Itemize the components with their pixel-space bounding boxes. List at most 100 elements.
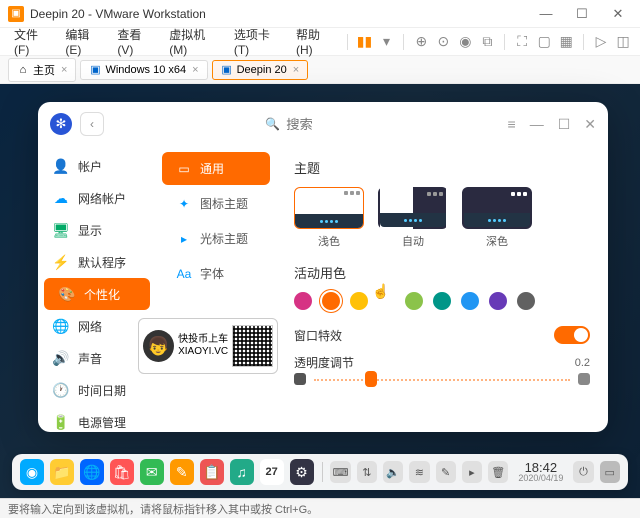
maximize-button[interactable]: ☐ [558,116,571,133]
qr-code-icon [232,325,273,367]
minimize-button[interactable]: — [530,116,544,133]
menu-button[interactable]: ≡ [508,116,516,133]
search-field[interactable]: 🔍 [112,117,500,132]
keyboard-tray-icon[interactable]: ⌨ [330,461,350,483]
theme-auto[interactable]: 自动 [378,187,448,249]
vm-tabbar: ⌂ 主页 × ▣ Windows 10 x64 × ▣ Deepin 20 × [0,56,640,84]
accent-color-blue[interactable] [461,292,479,310]
snapshot-icon[interactable]: ⊙ [434,32,452,52]
launcher-icon[interactable]: ◉ [20,459,44,485]
unity-icon[interactable]: ▢ [535,32,553,52]
window-effects-toggle[interactable] [554,326,590,344]
cloud-icon: ☁ [52,189,70,207]
menu-edit[interactable]: 编辑(E) [59,24,107,59]
thumbnail-icon[interactable]: ◫ [614,32,632,52]
store-icon[interactable]: 🛍 [110,459,134,485]
file-manager-icon[interactable]: 📁 [50,459,74,485]
menu-file[interactable]: 文件(F) [8,24,55,59]
menu-help[interactable]: 帮助(H) [290,24,339,59]
home-icon: ⌂ [17,64,29,76]
tab-close-icon[interactable]: × [293,64,299,76]
menu-vm[interactable]: 虚拟机(M) [163,24,224,59]
tab-deepin20[interactable]: ▣ Deepin 20 × [212,60,309,80]
subnav-general[interactable]: ▭通用 [162,152,270,185]
dock-date: 2020/04/19 [518,474,563,483]
sidebar-item-personalization[interactable]: 🎨个性化 [44,278,150,310]
editor-icon[interactable]: ✎ [170,459,194,485]
network-tray-icon[interactable]: ≋ [409,461,429,483]
menu-tabs[interactable]: 选项卡(T) [228,24,286,59]
accent-color-yellow[interactable] [350,292,368,310]
slider-thumb[interactable] [365,371,377,387]
accent-color-purple[interactable] [489,292,507,310]
manage-icon[interactable]: ⧉ [478,32,496,52]
clipboard-tray-icon[interactable]: ✎ [436,461,456,483]
tab-label: 主页 [33,62,55,78]
accent-color-orange[interactable] [322,292,340,310]
maximize-button[interactable]: ☐ [568,4,596,24]
mail-icon[interactable]: ✉ [140,459,164,485]
accent-color-teal[interactable] [433,292,451,310]
theme-preview [378,187,448,229]
close-button[interactable]: ✕ [604,4,632,24]
search-input[interactable] [286,117,346,132]
send-ctrlaltdel-icon[interactable]: ⊕ [412,32,430,52]
dropdown-icon[interactable]: ▾ [377,32,395,52]
cursor-hand-icon: ☝ [372,283,389,300]
personalization-icon: 🎨 [58,285,76,303]
notes-icon[interactable]: 📋 [200,459,224,485]
play-tray-icon[interactable]: ▸ [462,461,482,483]
theme-preview [294,187,364,229]
sidebar-item-datetime[interactable]: 🕐时间日期 [38,374,156,406]
tab-close-icon[interactable]: × [61,64,67,76]
browser-icon[interactable]: 🌐 [80,459,104,485]
minimize-button[interactable]: — [532,4,560,24]
window-effects-label: 窗口特效 [294,327,342,344]
theme-light[interactable]: 浅色 [294,187,364,249]
calendar-icon[interactable]: 27 [260,459,284,485]
default-apps-icon: ⚡ [52,253,70,271]
volume-tray-icon[interactable]: 🔈 [383,461,403,483]
subnav-icon-theme[interactable]: ✦图标主题 [162,187,270,220]
settings-app-icon[interactable]: ⚙ [290,459,314,485]
tab-close-icon[interactable]: × [192,64,198,76]
sidebar-item-account[interactable]: 👤帐户 [38,150,156,182]
view-icon[interactable]: ▦ [557,32,575,52]
font-icon: Aa [176,266,192,282]
close-button[interactable]: ✕ [584,116,596,133]
screenshot-icon[interactable]: ◉ [456,32,474,52]
usb-tray-icon[interactable]: ⇅ [357,461,377,483]
menu-view[interactable]: 查看(V) [111,24,159,59]
opacity-slider[interactable] [314,373,570,385]
status-text: 要将输入定向到该虚拟机，请将鼠标指针移入其中或按 Ctrl+G。 [8,501,318,517]
sidebar-item-display[interactable]: 🖥显示 [38,214,156,246]
tab-windows10[interactable]: ▣ Windows 10 x64 × [80,60,207,80]
tab-label: Windows 10 x64 [105,64,186,76]
back-button[interactable]: ‹ [80,112,104,136]
dock-clock[interactable]: 18:42 2020/04/19 [514,461,567,483]
tab-label: Deepin 20 [237,64,287,76]
accent-color-magenta[interactable] [294,292,312,310]
accent-color-green[interactable] [405,292,423,310]
subnav-font[interactable]: Aa字体 [162,257,270,290]
network-icon: 🌐 [52,317,70,335]
fullscreen-icon[interactable]: ⛶ [513,32,531,52]
sound-icon: 🔊 [52,349,70,367]
accent-color-gray[interactable] [517,292,535,310]
sidebar-item-default-apps[interactable]: ⚡默认程序 [38,246,156,278]
theme-dark[interactable]: 深色 [462,187,532,249]
library-icon[interactable]: ▷ [592,32,610,52]
sidebar-item-power[interactable]: 🔋电源管理 [38,406,156,432]
guest-desktop[interactable]: ✻ ‹ 🔍 ≡ — ☐ ✕ 👤帐户 ☁网络帐户 🖥显示 ⚡默认程序 🎨个性化 🌐 [0,84,640,498]
subnav-cursor-theme[interactable]: ▸光标主题 [162,222,270,255]
power-tray-icon[interactable]: ⏻ [573,461,593,483]
sidebar-item-cloud-account[interactable]: ☁网络帐户 [38,182,156,214]
tab-home[interactable]: ⌂ 主页 × [8,58,76,82]
general-icon: ▭ [176,161,192,177]
music-icon[interactable]: ♫ [230,459,254,485]
trash-tray-icon[interactable]: 🗑 [488,461,508,483]
search-icon: 🔍 [265,117,280,131]
desktop-tray-icon[interactable]: ▭ [600,461,620,483]
theme-section-title: 主题 [294,158,590,177]
pause-icon[interactable]: ▮▮ [356,32,374,52]
